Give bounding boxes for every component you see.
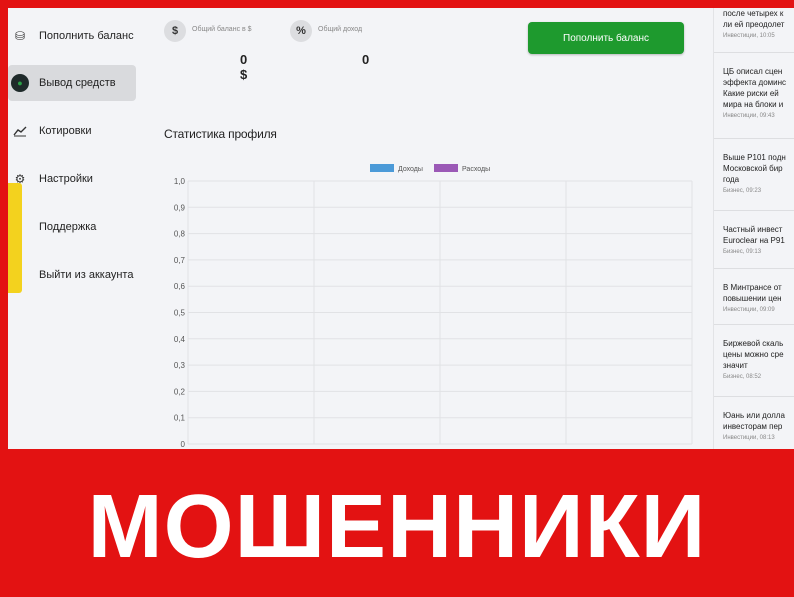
sidebar-item-label: Вывод средств	[39, 77, 116, 89]
sidebar-item-label: Поддержка	[39, 221, 97, 233]
y-tick-label: 0,5	[174, 309, 186, 318]
legend-swatch	[370, 164, 394, 172]
y-tick-label: 0,4	[174, 335, 186, 344]
news-meta: Инвестиции, 10:05	[723, 33, 775, 39]
news-item[interactable]: В Минтрансе от повышении цен Инвестиции, 0…	[714, 276, 794, 325]
side-tab[interactable]	[8, 183, 22, 293]
coins-icon: ⛁	[14, 29, 26, 43]
news-meta: Бизнес, 09:23	[723, 188, 762, 194]
scam-banner: МОШЕННИКИ	[87, 477, 707, 577]
news-feed: после четырех к ли ей преодолет Инвестиции…	[713, 8, 794, 449]
legend-label: Доходы	[398, 166, 423, 173]
app-screenshot: ⛁ Пополнить баланс ● Вывод средств Котир…	[8, 8, 794, 449]
balance-label: Общий баланс в $	[192, 26, 252, 33]
income-stat: % Общий доход 0	[290, 20, 369, 67]
news-item[interactable]: ЦБ описал сцен эффекта доминс Какие риски …	[714, 60, 794, 139]
news-title: года	[723, 175, 740, 184]
balance-stat: $ Общий баланс в $ 0 $	[164, 20, 252, 82]
legend-swatch	[434, 164, 458, 172]
sidebar-item-label: Пополнить баланс	[39, 30, 134, 42]
sidebar-item-settings[interactable]: ⚙ Настройки	[8, 161, 136, 197]
news-meta: Инвестиции, 09:43	[723, 113, 775, 119]
news-meta: Бизнес, 09:13	[723, 249, 762, 255]
y-tick-label: 0,3	[174, 361, 186, 370]
news-item[interactable]: после четырех к ли ей преодолет Инвестиции…	[714, 8, 794, 53]
news-title: после четырех к	[723, 9, 784, 18]
y-tick-label: 1,0	[174, 177, 186, 186]
income-label: Общий доход	[318, 26, 363, 33]
news-title: мира на блоки и	[723, 100, 784, 109]
sidebar-item-logout[interactable]: Выйти из аккаунта	[8, 257, 136, 293]
chart-title: Статистика профиля	[164, 127, 277, 141]
news-meta: Инвестиции, 09:09	[723, 307, 775, 313]
y-tick-label: 0,8	[174, 230, 186, 239]
sidebar: ⛁ Пополнить баланс ● Вывод средств Котир…	[8, 8, 158, 449]
news-title: повышении цен	[723, 294, 782, 303]
news-title: ЦБ описал сцен	[723, 67, 783, 76]
news-item[interactable]: Выше Р101 подн Московской бир года Бизнес, …	[714, 146, 794, 211]
profile-chart: Доходы Расходы 1,0 0,9 0,8 0,7 0,6 0,5 0,4 0,3 0,2…	[174, 164, 693, 449]
sidebar-item-withdraw[interactable]: ● Вывод средств	[8, 65, 136, 101]
news-title: Euroclear на Р91	[723, 236, 785, 245]
news-title: цены можно сре	[723, 350, 784, 359]
sidebar-item-quotes[interactable]: Котировки	[8, 113, 136, 149]
balance-value: 0 $	[240, 52, 248, 82]
y-tick-label: 0	[181, 440, 186, 449]
news-item[interactable]: Частный инвест Euroclear на Р91 Бизнес, 09…	[714, 218, 794, 269]
percent-icon: %	[290, 20, 312, 42]
y-tick-label: 0,1	[174, 414, 186, 423]
dollar-icon: $	[164, 20, 186, 42]
news-item[interactable]: Биржевой скаль цены можно сре значит Бизнес…	[714, 332, 794, 397]
sidebar-item-label: Котировки	[39, 125, 92, 137]
news-meta: Инвестиции, 08:13	[723, 435, 775, 441]
news-title: Частный инвест	[723, 225, 783, 234]
news-item[interactable]: Юань или долла инвесторам пер Инвестиции, …	[714, 404, 794, 449]
y-tick-label: 0,2	[174, 387, 186, 396]
news-title: значит	[723, 361, 748, 370]
topup-button[interactable]: Пополнить баланс	[528, 22, 684, 54]
news-title: В Минтрансе от	[723, 283, 782, 292]
sidebar-item-deposit[interactable]: ⛁ Пополнить баланс	[8, 18, 136, 54]
y-tick-label: 0,7	[174, 256, 186, 265]
sidebar-item-label: Настройки	[39, 173, 93, 185]
news-title: эффекта доминс	[723, 78, 787, 87]
legend-label: Расходы	[462, 166, 490, 173]
chart-line-icon	[11, 122, 29, 140]
news-meta: Бизнес, 08:52	[723, 374, 762, 380]
income-value: 0	[362, 52, 370, 67]
sidebar-item-label: Выйти из аккаунта	[39, 269, 134, 281]
news-title: Юань или долла	[723, 411, 785, 420]
withdraw-icon: ●	[11, 74, 29, 92]
y-tick-label: 0,9	[174, 203, 186, 212]
y-tick-label: 0,6	[174, 282, 186, 291]
news-title: Какие риски ей	[723, 89, 779, 98]
news-title: Биржевой скаль	[723, 339, 784, 348]
news-title: инвесторам пер	[723, 422, 783, 431]
news-title: ли ей преодолет	[723, 20, 785, 29]
news-title: Московской бир	[723, 164, 783, 173]
sidebar-item-support[interactable]: Поддержка	[8, 209, 136, 245]
news-title: Выше Р101 подн	[723, 153, 786, 162]
